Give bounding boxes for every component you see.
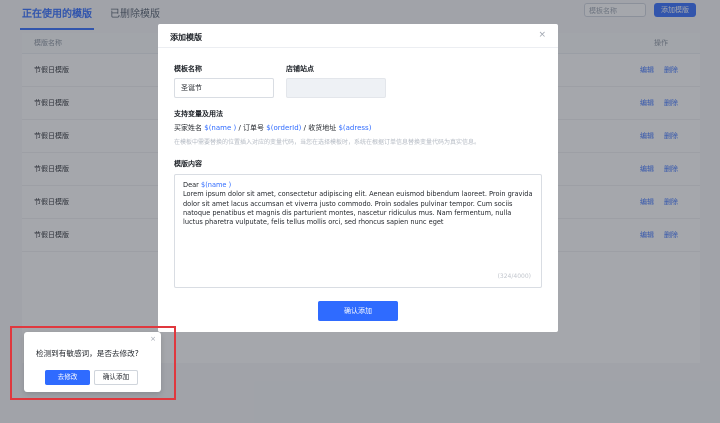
modal-title: 添加模版 <box>170 33 202 42</box>
variables-label: 支持变量及用法 <box>174 110 223 118</box>
order-id-label: / 订单号 <box>238 124 265 132</box>
address-label: / 收货地址 <box>303 124 337 132</box>
modal-divider <box>158 47 558 48</box>
buyer-name-label: 买家姓名 <box>174 124 202 132</box>
template-name-input[interactable]: 圣诞节 <box>174 78 274 98</box>
store-site-select[interactable] <box>286 78 386 98</box>
order-id-token[interactable]: $(orderId) <box>266 124 301 132</box>
popup-confirm-add-button[interactable]: 确认添加 <box>94 370 138 385</box>
template-name-label: 模板名称 <box>174 65 202 73</box>
address-token[interactable]: $(adress) <box>338 124 371 132</box>
store-site-label: 店铺站点 <box>286 65 314 73</box>
popup-message: 检测到有敏感词，是否去修改? <box>36 349 139 358</box>
close-icon[interactable]: × <box>538 30 546 40</box>
close-icon[interactable]: × <box>150 335 156 343</box>
content-name-token: $(name ) <box>201 181 232 189</box>
content-label: 模版内容 <box>174 160 202 168</box>
template-content-textarea[interactable]: Dear $(name ) Lorem ipsum dolor sit amet… <box>174 174 542 288</box>
variables-usage: 买家姓名 $(name ) / 订单号 $(orderId) / 收货地址 $(… <box>174 123 371 133</box>
variables-hint: 在模板中需要替换的位置插入对应的变量代码，当您在选择模板时，系统在根据订单信息替… <box>174 139 481 146</box>
buyer-name-token[interactable]: $(name ) <box>204 124 236 132</box>
character-counter: (324/4000) <box>497 272 531 280</box>
content-prefix: Dear <box>183 181 199 189</box>
go-modify-button[interactable]: 去修改 <box>45 370 90 385</box>
add-template-modal: 添加模版 × 模板名称 圣诞节 店铺站点 支持变量及用法 买家姓名 $(name… <box>158 24 558 332</box>
content-greeting: Dear $(name ) <box>183 181 533 190</box>
sensitive-word-popup: 检测到有敏感词，是否去修改? × 去修改 确认添加 <box>24 332 161 392</box>
content-body: Lorem ipsum dolor sit amet, consectetur … <box>183 190 533 227</box>
confirm-add-button[interactable]: 确认添加 <box>318 301 398 321</box>
